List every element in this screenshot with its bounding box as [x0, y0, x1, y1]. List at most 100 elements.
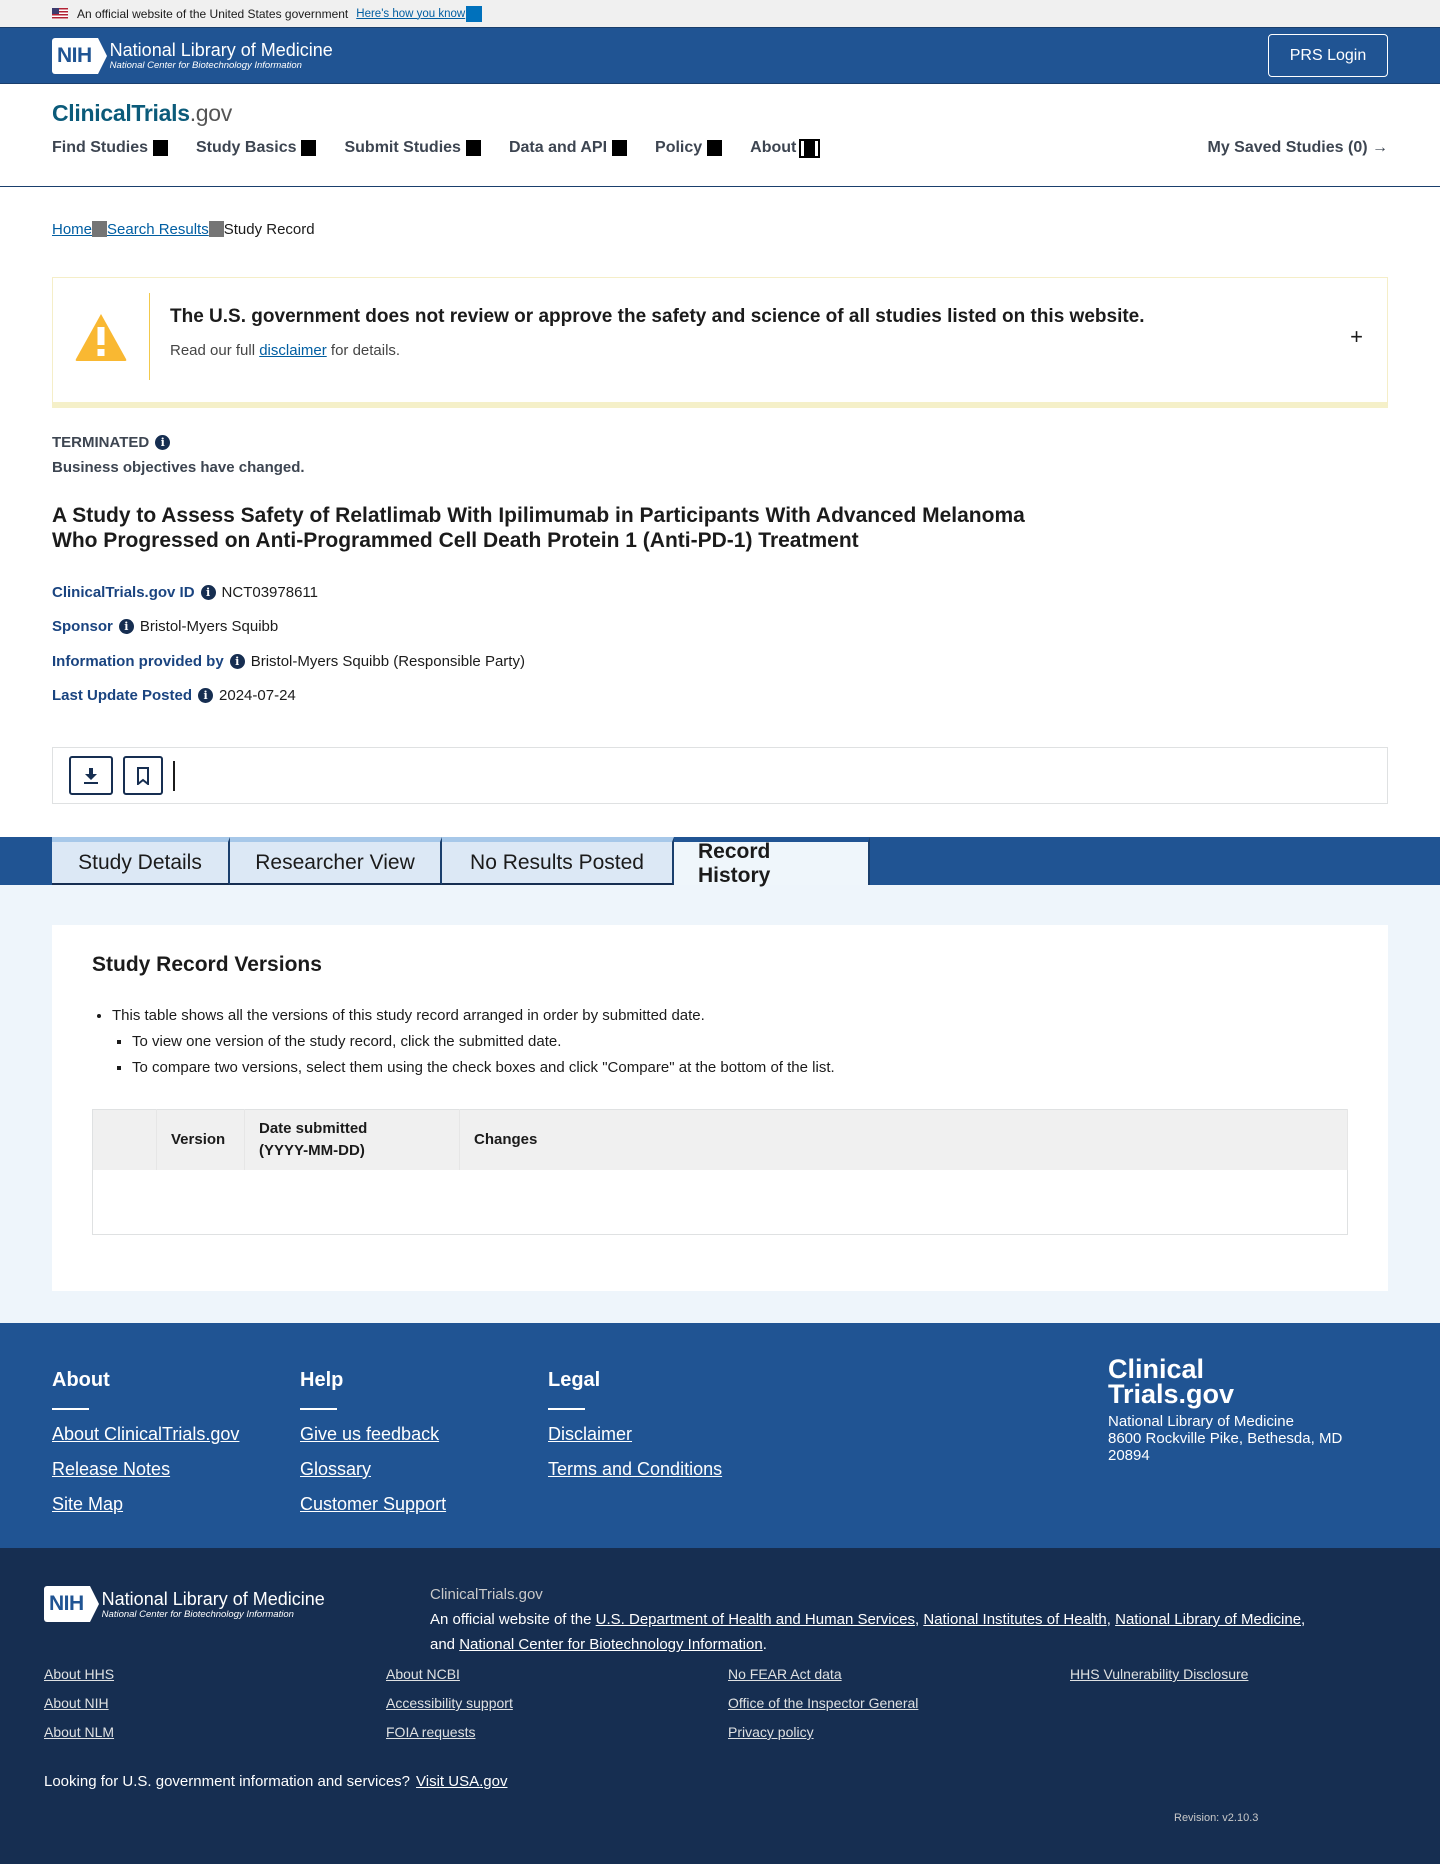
table-row-empty — [93, 1170, 1348, 1235]
instruction-item: This table shows all the versions of thi… — [112, 1003, 1348, 1081]
footer-link[interactable]: FOIA requests — [386, 1723, 728, 1742]
toolbar-divider — [173, 760, 175, 791]
tab-no-results-posted[interactable]: No Results Posted — [442, 837, 674, 885]
disclaimer-link[interactable]: disclaimer — [259, 342, 327, 359]
col-date-submitted: Date submitted (YYYY-MM-DD) — [244, 1109, 460, 1170]
breadcrumb: Home Search Results Study Record — [0, 187, 1440, 249]
nih-header: NIH National Library of Medicine Nationa… — [0, 27, 1440, 84]
address-line: 8600 Rockville Pike, Bethesda, MD — [1108, 1430, 1343, 1447]
chevron-down-icon — [153, 140, 168, 156]
nav-find-studies[interactable]: Find Studies — [52, 139, 168, 157]
study-toolbar — [52, 747, 1388, 804]
logo-main: ClinicalTrials — [52, 100, 190, 126]
nav-policy[interactable]: Policy — [655, 139, 723, 157]
footer-link[interactable]: Disclaimer — [548, 1424, 722, 1445]
tab-researcher-view[interactable]: Researcher View — [230, 837, 442, 885]
save-study-button[interactable] — [123, 756, 163, 795]
status-text: TERMINATED — [52, 434, 150, 451]
breadcrumb-search-results[interactable]: Search Results — [107, 221, 209, 238]
nav-label: Data and API — [508, 139, 608, 156]
tab-study-details[interactable]: Study Details — [52, 837, 230, 885]
footer-link[interactable]: About HHS — [44, 1665, 386, 1684]
info-icon[interactable]: i — [198, 688, 214, 704]
nih-logo[interactable]: NIH National Library of Medicine Nationa… — [52, 37, 333, 74]
footer-link[interactable]: Customer Support — [300, 1494, 446, 1515]
footer-link[interactable]: Accessibility support — [386, 1694, 728, 1713]
meta-value: Bristol-Myers Squibb (Responsible Party) — [250, 652, 525, 670]
meta-last-update: Last Update Posted i 2024-07-24 — [52, 679, 1388, 714]
info-icon[interactable]: i — [155, 435, 171, 450]
footer-col-legal: Legal Disclaimer Terms and Conditions — [548, 1369, 722, 1494]
footer-link[interactable]: HHS Vulnerability Disclosure — [1070, 1665, 1412, 1684]
expand-plus-icon[interactable]: + — [1350, 324, 1363, 350]
col-select — [92, 1109, 157, 1170]
footer-heading: Legal — [548, 1369, 601, 1391]
info-icon[interactable]: i — [200, 584, 216, 600]
footer-nih-logo[interactable]: NIH National Library of Medicine Nationa… — [44, 1586, 325, 1622]
my-saved-studies-link[interactable]: My Saved Studies (0) → — [1208, 139, 1389, 157]
nav-submit-studies[interactable]: Submit Studies — [344, 139, 481, 157]
footer-link[interactable]: About NLM — [44, 1723, 386, 1742]
instructions-list: This table shows all the versions of thi… — [92, 1003, 1348, 1081]
info-icon[interactable]: i — [229, 653, 245, 669]
footer-col-help: Help Give us feedback Glossary Customer … — [300, 1369, 446, 1529]
nav-study-basics[interactable]: Study Basics — [196, 139, 317, 157]
nih-subtitle: National Center for Biotechnology Inform… — [101, 1608, 294, 1620]
instruction-item: To compare two versions, select them usi… — [132, 1055, 1348, 1081]
footer-logo[interactable]: Clinical Trials.gov — [1108, 1356, 1342, 1408]
footer-link[interactable]: About NCBI — [386, 1665, 728, 1684]
logo-suffix: .gov — [189, 100, 233, 126]
nih-link[interactable]: National Institutes of Health — [923, 1611, 1106, 1628]
hhs-link[interactable]: U.S. Department of Health and Human Serv… — [596, 1611, 915, 1628]
chevron-down-icon[interactable] — [466, 5, 483, 22]
footer-link[interactable]: About NIH — [44, 1694, 386, 1713]
visit-usa-gov-link[interactable]: Visit USA.gov — [416, 1773, 507, 1790]
section-heading: Study Record Versions — [92, 953, 322, 976]
official-site-info: ClinicalTrials.gov An official website o… — [430, 1582, 1305, 1657]
disclaimer-alert: The U.S. government does not review or a… — [52, 277, 1388, 408]
meta-label: Sponsor — [52, 618, 113, 636]
status-badge: TERMINATED i — [52, 434, 1388, 451]
footer-divider — [52, 1408, 89, 1410]
footer-link[interactable]: Give us feedback — [300, 1424, 446, 1445]
prs-login-button[interactable]: PRS Login — [1268, 34, 1388, 77]
nav-label: Study Basics — [196, 139, 297, 156]
study-tabs: Study Details Researcher View No Results… — [0, 837, 1440, 887]
footer-link[interactable]: About ClinicalTrials.gov — [52, 1424, 239, 1445]
footer-link[interactable]: Release Notes — [52, 1459, 239, 1480]
download-button[interactable] — [69, 756, 113, 795]
heres-how-you-know-link[interactable]: Here's how you know — [356, 8, 465, 20]
agency-footer: NIH National Library of Medicine Nationa… — [0, 1548, 1440, 1864]
nav-about[interactable]: About — [750, 138, 821, 158]
footer-heading: Help — [300, 1369, 344, 1391]
site-nav: ClinicalTrials.gov Find Studies Study Ba… — [0, 84, 1440, 187]
footer-link[interactable]: Site Map — [52, 1494, 239, 1515]
nav-data-and-api[interactable]: Data and API — [508, 139, 628, 157]
chevron-down-icon — [301, 140, 317, 156]
footer-link[interactable]: Privacy policy — [728, 1723, 1070, 1742]
footer-col-about: About About ClinicalTrials.gov Release N… — [52, 1369, 239, 1529]
ncbi-link[interactable]: National Center for Biotechnology Inform… — [459, 1636, 763, 1653]
nlm-link[interactable]: National Library of Medicine — [1115, 1611, 1301, 1628]
footer-link[interactable]: No FEAR Act data — [728, 1665, 1070, 1684]
col-date-label: Date submitted — [259, 1119, 368, 1137]
empty-slot — [1070, 1723, 1412, 1742]
chevron-down-icon — [799, 138, 821, 158]
footer-brand: Clinical Trials.gov National Library of M… — [1108, 1356, 1342, 1465]
footer-address: National Library of Medicine 8600 Rockvil… — [1108, 1413, 1342, 1464]
footer-link[interactable]: Glossary — [300, 1459, 446, 1480]
title-line-2: Who Progressed on Anti-Programmed Cell D… — [52, 529, 859, 552]
clinicaltrials-logo[interactable]: ClinicalTrials.gov — [52, 100, 232, 127]
chevron-right-icon — [208, 221, 224, 237]
footer-link[interactable]: Terms and Conditions — [548, 1459, 722, 1480]
col-version: Version — [156, 1109, 245, 1170]
info-icon[interactable]: i — [118, 619, 134, 635]
bookmark-icon — [137, 766, 149, 785]
usa-gov-line: Looking for U.S. government information … — [44, 1773, 507, 1790]
tab-record-history[interactable]: Record History — [674, 837, 870, 887]
table-header-row: Version Date submitted (YYYY-MM-DD) Chang… — [92, 1109, 1348, 1170]
breadcrumb-home[interactable]: Home — [52, 221, 92, 238]
termination-reason: Business objectives have changed. — [52, 459, 305, 476]
footer-link[interactable]: Office of the Inspector General — [728, 1694, 1070, 1713]
arrow-right-icon: → — [1372, 139, 1388, 156]
